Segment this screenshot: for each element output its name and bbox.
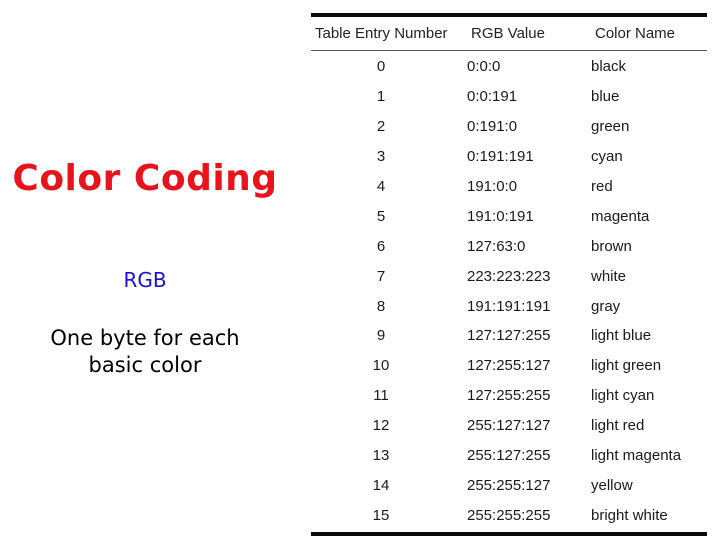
rgb-value: 0:0:191 bbox=[467, 88, 518, 106]
entry-number: 2 bbox=[376, 118, 386, 136]
table-row: 13 255:127:255 light magenta bbox=[311, 441, 707, 471]
table-row: 14 255:255:127 yellow bbox=[311, 470, 707, 500]
rgb-value: 0:191:0 bbox=[467, 118, 518, 136]
entry-number: 13 bbox=[372, 447, 390, 465]
table-row: 8 191:191:191 gray bbox=[311, 291, 707, 321]
table-row: 2 0:191:0 green bbox=[311, 112, 707, 142]
table-bottom-rule bbox=[311, 532, 707, 537]
color-name: red bbox=[591, 178, 613, 195]
table-body: 0 0:0:0 black 1 0:0:191 blue 2 0:191:0 green 3 0:1… bbox=[311, 51, 707, 532]
table-row: 11 127:255:255 light cyan bbox=[311, 381, 707, 411]
color-name: bright white bbox=[591, 506, 668, 524]
rgb-value: 0:0:0 bbox=[467, 58, 501, 76]
rgb-value: 255:127:127 bbox=[467, 417, 551, 435]
entry-number: 7 bbox=[376, 267, 386, 285]
color-table: Table Entry Number RGB Value Color Name … bbox=[311, 13, 707, 537]
rgb-value: 127:63:0 bbox=[467, 237, 526, 255]
entry-number: 15 bbox=[372, 506, 390, 524]
table-row: 5 191:0:191 magenta bbox=[311, 201, 707, 231]
table-row: 7 223:223:223 white bbox=[311, 261, 707, 291]
rgb-value: 127:127:255 bbox=[467, 327, 551, 345]
table-row: 15 255:255:255 bright white bbox=[311, 500, 707, 530]
entry-number: 10 bbox=[372, 357, 390, 375]
entry-number: 11 bbox=[373, 387, 389, 405]
color-name: blue bbox=[591, 88, 620, 106]
description-line-1: One byte for each bbox=[50, 326, 240, 350]
table-row: 1 0:0:191 blue bbox=[311, 82, 707, 112]
table-row: 3 0:191:191 cyan bbox=[311, 142, 707, 172]
entry-number: 12 bbox=[372, 417, 390, 435]
color-name: light cyan bbox=[591, 387, 655, 405]
slide-description: One byte for each basic color bbox=[0, 325, 290, 379]
description-line-2: basic color bbox=[88, 353, 202, 377]
rgb-value: 0:191:191 bbox=[467, 148, 534, 166]
color-name: light magenta bbox=[591, 447, 682, 465]
entry-number: 9 bbox=[376, 327, 386, 345]
table-row: 4 191:0:0 red bbox=[311, 172, 707, 202]
entry-number: 1 bbox=[376, 88, 386, 106]
entry-number: 0 bbox=[376, 58, 386, 76]
color-name: light green bbox=[591, 357, 662, 375]
header-rgb-value: RGB Value bbox=[471, 25, 545, 42]
color-name: yellow bbox=[591, 476, 633, 494]
rgb-value: 191:0:191 bbox=[467, 207, 534, 225]
table-row: 0 0:0:0 black bbox=[311, 52, 707, 82]
table-row: 6 127:63:0 brown bbox=[311, 231, 707, 261]
color-name: brown bbox=[591, 237, 632, 255]
header-color-name: Color Name bbox=[595, 25, 676, 42]
color-name: magenta bbox=[591, 207, 650, 225]
entry-number: 4 bbox=[376, 178, 386, 195]
entry-number: 8 bbox=[376, 297, 386, 315]
rgb-value: 255:127:255 bbox=[467, 447, 551, 465]
entry-number: 5 bbox=[376, 207, 386, 225]
rgb-value: 255:255:127 bbox=[467, 476, 551, 494]
rgb-value: 191:191:191 bbox=[467, 297, 551, 315]
rgb-value: 191:0:0 bbox=[467, 178, 518, 195]
table-row: 9 127:127:255 light blue bbox=[311, 321, 707, 351]
entry-number: 6 bbox=[376, 237, 386, 255]
rgb-value: 127:255:255 bbox=[467, 387, 551, 405]
entry-number: 14 bbox=[372, 476, 390, 494]
rgb-value: 127:255:127 bbox=[467, 357, 551, 375]
slide-title: Color Coding bbox=[12, 158, 278, 199]
color-name: green bbox=[591, 118, 630, 136]
table-header: Table Entry Number RGB Value Color Name bbox=[311, 17, 707, 50]
color-name: cyan bbox=[591, 148, 623, 166]
color-name: gray bbox=[591, 297, 621, 315]
rgb-value: 223:223:223 bbox=[467, 267, 551, 285]
rgb-value: 255:255:255 bbox=[467, 506, 551, 524]
table-row: 10 127:255:127 light green bbox=[311, 351, 707, 381]
color-name: light blue bbox=[591, 327, 652, 345]
color-name: white bbox=[591, 267, 627, 285]
color-name: black bbox=[591, 58, 627, 76]
table-row: 12 255:127:127 light red bbox=[311, 411, 707, 441]
header-entry-number: Table Entry Number bbox=[315, 25, 448, 42]
slide-subtitle: RGB bbox=[123, 268, 167, 292]
color-name: light red bbox=[591, 417, 645, 435]
entry-number: 3 bbox=[376, 148, 386, 166]
